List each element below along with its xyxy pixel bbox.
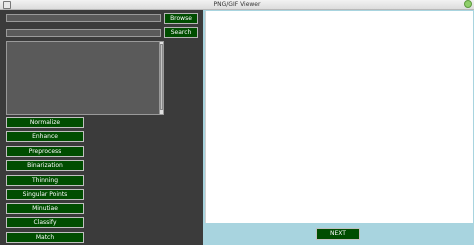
search-field[interactable] xyxy=(6,29,161,37)
singular-points-button[interactable]: Singular Points xyxy=(6,189,84,200)
enhance-button[interactable]: Enhance xyxy=(6,131,84,142)
close-icon[interactable] xyxy=(464,0,472,8)
control-panel: Browse Search Normalize Enhance Preproce… xyxy=(0,10,203,245)
output-text-area[interactable] xyxy=(6,41,164,115)
search-button[interactable]: Search xyxy=(164,27,198,38)
title-bar: PNG/GIF Viewer xyxy=(0,0,474,10)
thinning-button[interactable]: Thinning xyxy=(6,175,84,186)
normalize-button[interactable]: Normalize xyxy=(6,117,84,128)
binarization-button[interactable]: Binarization xyxy=(6,160,84,171)
path-field[interactable] xyxy=(6,14,161,22)
minutiae-button[interactable]: Minutiae xyxy=(6,203,84,214)
image-canvas[interactable] xyxy=(205,11,473,223)
preprocess-button[interactable]: Preprocess xyxy=(6,146,84,157)
vertical-scrollbar[interactable] xyxy=(159,42,163,114)
match-button[interactable]: Match xyxy=(6,232,84,243)
scroll-thumb[interactable] xyxy=(160,44,163,110)
classify-button[interactable]: Classify xyxy=(6,217,84,228)
viewer-panel: NEXT xyxy=(203,10,474,245)
next-button[interactable]: NEXT xyxy=(316,228,360,240)
browse-button[interactable]: Browse xyxy=(164,13,198,24)
window-title: PNG/GIF Viewer xyxy=(213,1,261,8)
